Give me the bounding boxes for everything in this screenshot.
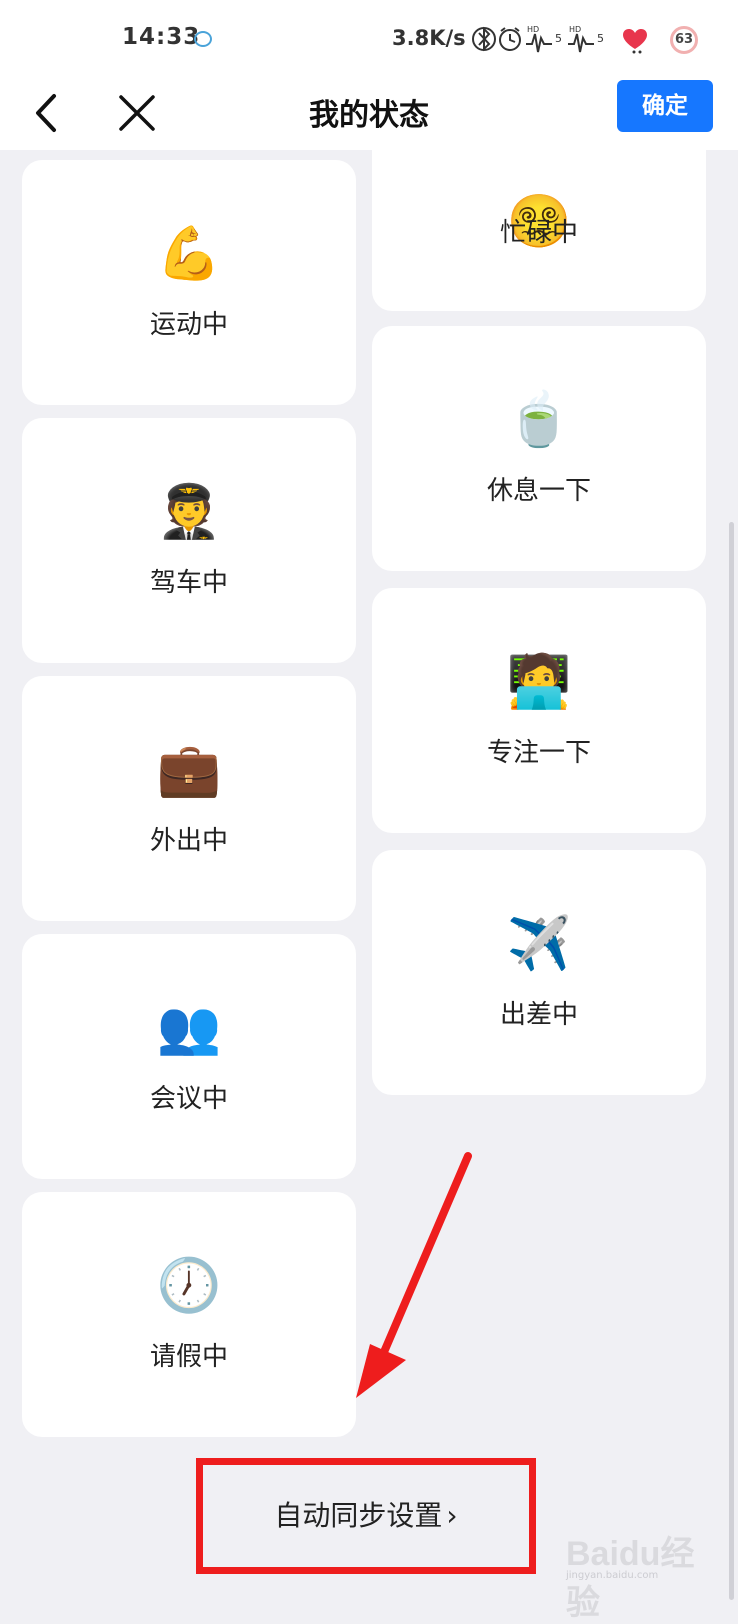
status-label: 外出中 bbox=[149, 826, 228, 856]
status-card-exercising[interactable]: 💪 运动中 bbox=[22, 160, 356, 405]
status-card-driving[interactable]: 🧑‍✈️ 驾车中 bbox=[22, 418, 356, 663]
watermark-url: jingyan.baidu.com bbox=[566, 1570, 659, 1581]
scrollbar[interactable] bbox=[729, 522, 734, 1600]
status-card-resting[interactable]: 🍵 休息一下 bbox=[372, 326, 706, 571]
annotation-arrow bbox=[356, 1152, 472, 1398]
bluetooth-icon bbox=[472, 26, 496, 52]
status-label: 请假中 bbox=[149, 1342, 228, 1372]
status-card-meeting[interactable]: 👥 会议中 bbox=[22, 934, 356, 1179]
status-bar: 14:33 3.8K/s HD 5 HD 5 63 bbox=[0, 0, 738, 76]
status-card-out[interactable]: 💼 外出中 bbox=[22, 676, 356, 921]
network-speed: 3.8K/s bbox=[392, 26, 466, 50]
status-card-focus[interactable]: 🧑‍💻 专注一下 bbox=[372, 588, 706, 833]
laptop-person-icon: 🧑‍💻 bbox=[506, 652, 572, 712]
status-icons: HD 5 HD 5 bbox=[472, 25, 647, 54]
chat-bubble-icon bbox=[194, 31, 212, 47]
svg-text:HD: HD bbox=[569, 25, 581, 34]
svg-text:5: 5 bbox=[555, 32, 562, 45]
nav-bar: 我的状态 确定 bbox=[0, 76, 738, 150]
baidu-watermark: Baidu经验 jingyan.baidu.com bbox=[566, 1518, 726, 1622]
status-label: 专注一下 bbox=[486, 738, 591, 768]
status-label: 忙碌中 bbox=[499, 218, 578, 248]
status-card-business-trip[interactable]: ✈️ 出差中 bbox=[372, 850, 706, 1095]
status-label: 运动中 bbox=[149, 310, 228, 340]
confirm-button[interactable]: 确定 bbox=[617, 80, 713, 132]
alarm-icon bbox=[499, 27, 521, 51]
battery-indicator: 63 bbox=[670, 26, 698, 54]
driver-icon: 🧑‍✈️ bbox=[156, 482, 222, 542]
svg-text:HD: HD bbox=[527, 25, 539, 34]
airplane-icon: ✈️ bbox=[506, 914, 572, 974]
briefcase-icon: 💼 bbox=[156, 740, 222, 800]
people-meeting-icon: 👥 bbox=[156, 998, 222, 1058]
svg-text:5: 5 bbox=[597, 32, 604, 45]
status-card-leave[interactable]: 🕖 请假中 bbox=[22, 1192, 356, 1437]
status-label: 休息一下 bbox=[486, 476, 591, 506]
status-label: 出差中 bbox=[499, 1000, 578, 1030]
hd-signal-icon bbox=[568, 33, 594, 53]
hd-signal-icon bbox=[526, 33, 552, 53]
annotation-highlight-box bbox=[196, 1458, 536, 1574]
clock-icon: 🕖 bbox=[156, 1256, 222, 1316]
status-label: 驾车中 bbox=[149, 568, 228, 598]
tea-cup-icon: 🍵 bbox=[506, 390, 572, 450]
status-label: 会议中 bbox=[149, 1084, 228, 1114]
flexed-biceps-icon: 💪 bbox=[156, 224, 222, 284]
status-time: 14:33 bbox=[122, 24, 201, 50]
heart-icon bbox=[623, 29, 647, 54]
